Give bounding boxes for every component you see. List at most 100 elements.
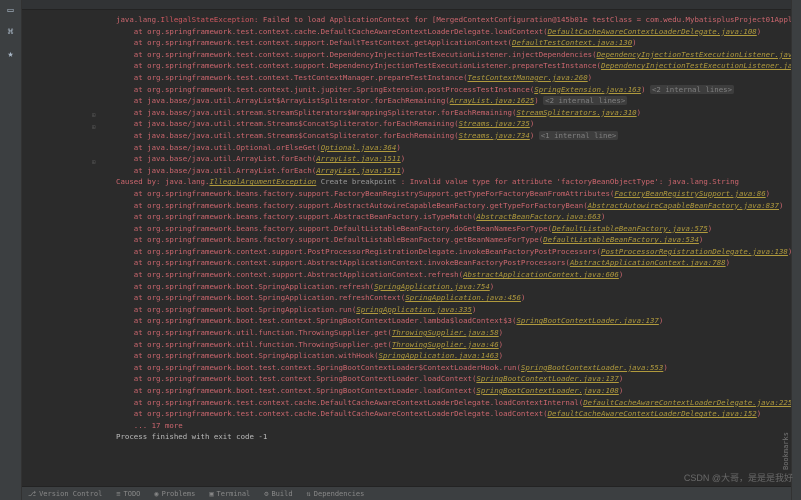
stack-frame-text: at org.springframework.test.context.Test… [116, 73, 468, 82]
stack-frame-text: at org.springframework.boot.SpringApplic… [116, 305, 356, 314]
source-link[interactable]: SpringBootContextLoader.java:108 [476, 386, 618, 395]
stack-trace-line: at org.springframework.boot.SpringApplic… [116, 292, 791, 304]
build-tab[interactable]: ⚙ Build [264, 490, 292, 498]
stack-frame-text: at org.springframework.boot.test.context… [116, 363, 521, 372]
stack-frame-text: at org.springframework.util.function.Thr… [116, 340, 392, 349]
stack-trace-line: at org.springframework.util.function.Thr… [116, 327, 791, 339]
dependencies-tab[interactable]: ⇅ Dependencies [307, 490, 365, 498]
fold-mark-icon[interactable]: ⊞ [92, 112, 96, 119]
stack-trace-line: at org.springframework.boot.SpringApplic… [116, 281, 791, 293]
version-control-tab[interactable]: ⎇ Version Control [28, 490, 102, 498]
source-link[interactable]: StreamSpliterators.java:310 [516, 108, 636, 117]
source-link[interactable]: DefaultCacheAwareContextLoaderDelegate.j… [548, 409, 757, 418]
problems-tab[interactable]: ◉ Problems [154, 490, 195, 498]
source-link[interactable]: SpringBootContextLoader.java:137 [516, 316, 658, 325]
stack-trace-line: at org.springframework.test.context.cach… [116, 26, 791, 38]
stack-frame-text: at org.springframework.test.context.supp… [116, 38, 512, 47]
stack-trace-line: at org.springframework.beans.factory.sup… [116, 223, 791, 235]
stack-trace-line: at org.springframework.test.context.supp… [116, 60, 791, 72]
source-link[interactable]: Streams.java:734 [459, 131, 530, 140]
stack-trace-line: at org.springframework.boot.test.context… [116, 315, 791, 327]
source-link[interactable]: ThrowingSupplier.java:58 [392, 328, 499, 337]
stack-frame-text: at org.springframework.test.context.cach… [116, 409, 548, 418]
source-link[interactable]: ArrayList.java:1511 [316, 154, 401, 163]
stack-frame-text: at org.springframework.context.support.P… [116, 247, 601, 256]
stack-frame-text: at java.base/java.util.Optional.orElseGe… [116, 143, 321, 152]
create-breakpoint-link[interactable]: Create breakpoint [316, 177, 401, 186]
stack-frame-text: at org.springframework.util.function.Thr… [116, 328, 392, 337]
source-link[interactable]: ArrayList.java:1625 [450, 96, 535, 105]
stack-trace-line: at org.springframework.test.context.Test… [116, 72, 791, 84]
source-link[interactable]: DefaultCacheAwareContextLoaderDelegate.j… [548, 27, 757, 36]
terminal-tab[interactable]: ▣ Terminal [209, 490, 250, 498]
left-tool-sidebar: ▭ ⌘ ★ [0, 0, 22, 500]
folded-frames[interactable]: <2 internal lines> [543, 96, 627, 105]
stack-frame-text: at org.springframework.test.context.cach… [116, 398, 583, 407]
stack-trace-line: at java.base/java.util.stream.Streams$Co… [116, 130, 791, 142]
stack-trace-line: at org.springframework.boot.test.context… [116, 385, 791, 397]
stack-frame-text: at org.springframework.beans.factory.sup… [116, 235, 543, 244]
stack-frame-text: at org.springframework.beans.factory.sup… [116, 201, 588, 210]
source-link[interactable]: DefaultListableBeanFactory.java:575 [552, 224, 708, 233]
run-console[interactable]: ⊞ ⊞ ⊞ java.lang.IllegalStateException: F… [22, 10, 791, 486]
fold-mark-icon[interactable]: ⊞ [92, 159, 96, 166]
caused-by-header: Caused by: java.lang.IllegalArgumentExce… [116, 176, 791, 188]
source-link[interactable]: DefaultTestContext.java:130 [512, 38, 632, 47]
source-link[interactable]: AbstractApplicationContext.java:606 [463, 270, 619, 279]
console-output[interactable]: java.lang.IllegalStateException: Failed … [26, 14, 791, 443]
favorites-tool-icon[interactable]: ★ [5, 48, 17, 60]
source-link[interactable]: ThrowingSupplier.java:46 [392, 340, 499, 349]
source-link[interactable]: ArrayList.java:1511 [316, 166, 401, 175]
exception-class-name: IllegalStateException [161, 15, 254, 24]
source-link[interactable]: AbstractApplicationContext.java:788 [570, 258, 726, 267]
stack-trace-line: at org.springframework.boot.SpringApplic… [116, 304, 791, 316]
stack-trace-line: at org.springframework.context.support.P… [116, 246, 791, 258]
stack-trace-line: at java.base/java.util.stream.Streams$Co… [116, 118, 791, 130]
stack-trace-line: at org.springframework.test.context.supp… [116, 37, 791, 49]
exception-header: java.lang.IllegalStateException: Failed … [116, 14, 791, 26]
folded-frames[interactable]: <1 internal line> [539, 131, 619, 140]
stack-trace-line: ... 17 more [116, 420, 791, 432]
source-link[interactable]: SpringBootContextLoader.java:553 [521, 363, 663, 372]
source-link[interactable]: SpringApplication.java:1463 [379, 351, 499, 360]
source-link[interactable]: DependencyInjectionTestExecutionListener… [597, 50, 791, 59]
stack-frame-text: at org.springframework.boot.SpringApplic… [116, 293, 405, 302]
exception-class-link[interactable]: IllegalArgumentException [209, 177, 316, 186]
source-link[interactable]: SpringExtension.java:163 [534, 85, 641, 94]
source-link[interactable]: SpringApplication.java:456 [405, 293, 521, 302]
stack-frame-text: at org.springframework.context.support.A… [116, 270, 463, 279]
source-link[interactable]: DefaultListableBeanFactory.java:534 [543, 235, 699, 244]
bookmarks-tool-label[interactable]: Bookmarks [782, 432, 790, 470]
todo-tab[interactable]: ≡ TODO [116, 490, 140, 498]
source-link[interactable]: FactoryBeanRegistrySupport.java:86 [614, 189, 765, 198]
stack-trace-line: at org.springframework.context.support.A… [116, 257, 791, 269]
source-link[interactable]: DefaultCacheAwareContextLoaderDelegate.j… [583, 398, 791, 407]
stack-frame-text: at java.base/java.util.stream.Streams$Co… [116, 119, 459, 128]
project-tool-icon[interactable]: ▭ [5, 4, 17, 16]
console-gutter: ⊞ ⊞ ⊞ [22, 14, 106, 486]
source-link[interactable]: SpringApplication.java:335 [356, 305, 472, 314]
stack-trace-line: at org.springframework.beans.factory.sup… [116, 200, 791, 212]
source-link[interactable]: SpringBootContextLoader.java:137 [476, 374, 618, 383]
source-link[interactable]: PostProcessorRegistrationDelegate.java:1… [601, 247, 788, 256]
folded-frames[interactable]: <2 internal lines> [650, 85, 734, 94]
source-link[interactable]: DependencyInjectionTestExecutionListener… [601, 61, 791, 70]
stack-frame-text: at org.springframework.test.context.juni… [116, 85, 534, 94]
source-link[interactable]: TestContextManager.java:260 [468, 73, 588, 82]
stack-frame-text: at java.base/java.util.stream.Streams$Co… [116, 131, 459, 140]
source-link[interactable]: Streams.java:735 [459, 119, 530, 128]
source-link[interactable]: AbstractBeanFactory.java:663 [476, 212, 601, 221]
source-link[interactable]: SpringApplication.java:754 [374, 282, 490, 291]
structure-tool-icon[interactable]: ⌘ [5, 26, 17, 38]
stack-trace-line: at org.springframework.context.support.A… [116, 269, 791, 281]
stack-frame-text: at org.springframework.boot.SpringApplic… [116, 351, 379, 360]
stack-frame-text: at java.base/java.util.ArrayList.forEach… [116, 166, 316, 175]
stack-trace-line: at java.base/java.util.ArrayList$ArrayLi… [116, 95, 791, 107]
source-link[interactable]: Optional.java:364 [321, 143, 397, 152]
stack-trace-line: at java.base/java.util.stream.StreamSpli… [116, 107, 791, 119]
stack-frame-text: at org.springframework.test.context.cach… [116, 27, 548, 36]
stack-trace-line: Process finished with exit code -1 [116, 431, 791, 443]
process-exit-line: Process finished with exit code -1 [116, 432, 267, 441]
fold-mark-icon[interactable]: ⊞ [92, 124, 96, 131]
source-link[interactable]: AbstractAutowireCapableBeanFactory.java:… [588, 201, 779, 210]
